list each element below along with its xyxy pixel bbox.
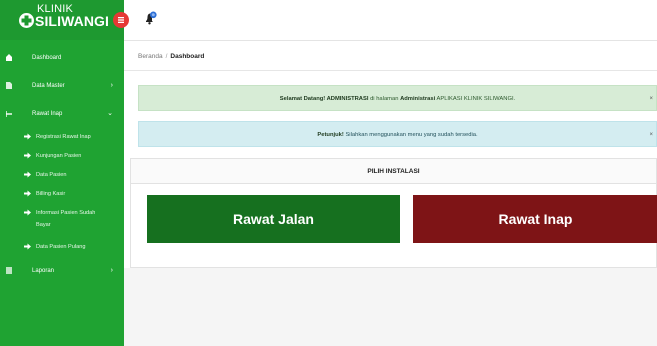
submenu-item-informasi-pasien-sudah-bayar[interactable]: Informasi Pasien Sudah Bayar xyxy=(0,204,124,238)
rawat-inap-button[interactable]: Rawat Inap xyxy=(413,195,657,243)
submenu-item-data-pasien[interactable]: Data Pasien xyxy=(0,166,124,185)
submenu-item-label: Informasi Pasien Sudah Bayar xyxy=(36,210,96,228)
sidebar-item-data-master[interactable]: Data Master › xyxy=(0,72,124,100)
chevron-right-icon: › xyxy=(110,267,113,274)
breadcrumb-current: Dashboard xyxy=(170,53,205,60)
arrow-right-icon xyxy=(24,243,31,250)
welcome-alert-prefix: Selamat Datang! ADMINISTRASI xyxy=(279,96,369,102)
sidebar-item-label: Data Master xyxy=(32,83,65,89)
welcome-alert-suffix: APLIKASI KLINIK SILIWANGI. xyxy=(435,96,516,102)
submenu-item-label: Registrasi Rawat Inap xyxy=(36,134,91,140)
file-icon xyxy=(6,82,12,89)
bell-icon[interactable] xyxy=(145,11,157,25)
submenu-item-registrasi-rawat-inap[interactable]: Registrasi Rawat Inap xyxy=(0,128,124,147)
hint-alert-strong: Petunjuk! xyxy=(317,132,344,138)
submenu-item-data-pasien-pulang[interactable]: Data Pasien Pulang xyxy=(0,238,124,257)
panel-title: PILIH INSTALASI xyxy=(131,159,656,184)
arrow-right-icon xyxy=(24,209,31,216)
breadcrumb-separator: / xyxy=(165,53,168,60)
sidebar-menu: Dashboard Data Master › Rawat Inap ⌄ Reg… xyxy=(0,44,124,285)
arrow-right-icon xyxy=(24,171,31,178)
sidebar: KLINIK SILIWANGI Dashboard Data Master ›… xyxy=(0,0,124,346)
arrow-right-icon xyxy=(24,152,31,159)
sidebar-item-dashboard[interactable]: Dashboard xyxy=(0,44,124,72)
sidebar-item-label: Laporan xyxy=(32,268,55,274)
submenu-item-kunjungan-pasien[interactable]: Kunjungan Pasien xyxy=(0,147,124,166)
rawat-jalan-button[interactable]: Rawat Jalan xyxy=(147,195,400,243)
welcome-alert: Selamat Datang! ADMINISTRASI di halaman … xyxy=(138,85,657,111)
sidebar-item-label: Dashboard xyxy=(32,55,62,61)
clinic-cross-logo-icon xyxy=(19,13,34,28)
sidebar-item-label: Rawat Inap xyxy=(32,111,63,117)
brand-header[interactable]: KLINIK SILIWANGI xyxy=(0,0,124,40)
breadcrumb: Beranda / Dashboard xyxy=(138,53,204,60)
close-icon[interactable]: × xyxy=(649,122,653,148)
sidebar-item-laporan[interactable]: Laporan › xyxy=(0,257,124,285)
topbar-divider xyxy=(124,40,657,41)
content-background xyxy=(124,268,657,346)
bed-icon xyxy=(6,111,12,117)
home-icon xyxy=(6,54,12,61)
chevron-down-icon: ⌄ xyxy=(107,110,113,117)
arrow-right-icon xyxy=(24,190,31,197)
submenu-item-label: Data Pasien Pulang xyxy=(36,244,86,250)
breadcrumb-divider xyxy=(124,70,657,71)
menu-toggle-button[interactable] xyxy=(113,12,129,28)
hamburger-icon xyxy=(118,17,124,23)
hint-alert: Petunjuk! Silahkan menggunakan menu yang… xyxy=(138,121,657,147)
close-icon[interactable]: × xyxy=(649,86,653,112)
arrow-right-icon xyxy=(24,133,31,140)
report-icon xyxy=(6,267,12,274)
welcome-alert-strong: Administrasi xyxy=(400,96,436,102)
welcome-alert-middle: di halaman xyxy=(368,96,401,102)
chevron-right-icon: › xyxy=(110,82,113,89)
brand-name-bottom: SILIWANGI xyxy=(35,13,110,29)
submenu-item-label: Data Pasien xyxy=(36,172,67,178)
submenu-item-label: Billing Kasir xyxy=(36,191,66,197)
submenu-item-billing-kasir[interactable]: Billing Kasir xyxy=(0,185,124,204)
instalasi-panel: PILIH INSTALASI Rawat Jalan Rawat Inap xyxy=(130,158,657,268)
submenu-item-label: Kunjungan Pasien xyxy=(36,153,82,159)
sidebar-item-rawat-inap[interactable]: Rawat Inap ⌄ xyxy=(0,100,124,128)
hint-alert-text: Silahkan menggunakan menu yang sudah ter… xyxy=(343,132,478,138)
breadcrumb-home[interactable]: Beranda xyxy=(138,53,163,60)
